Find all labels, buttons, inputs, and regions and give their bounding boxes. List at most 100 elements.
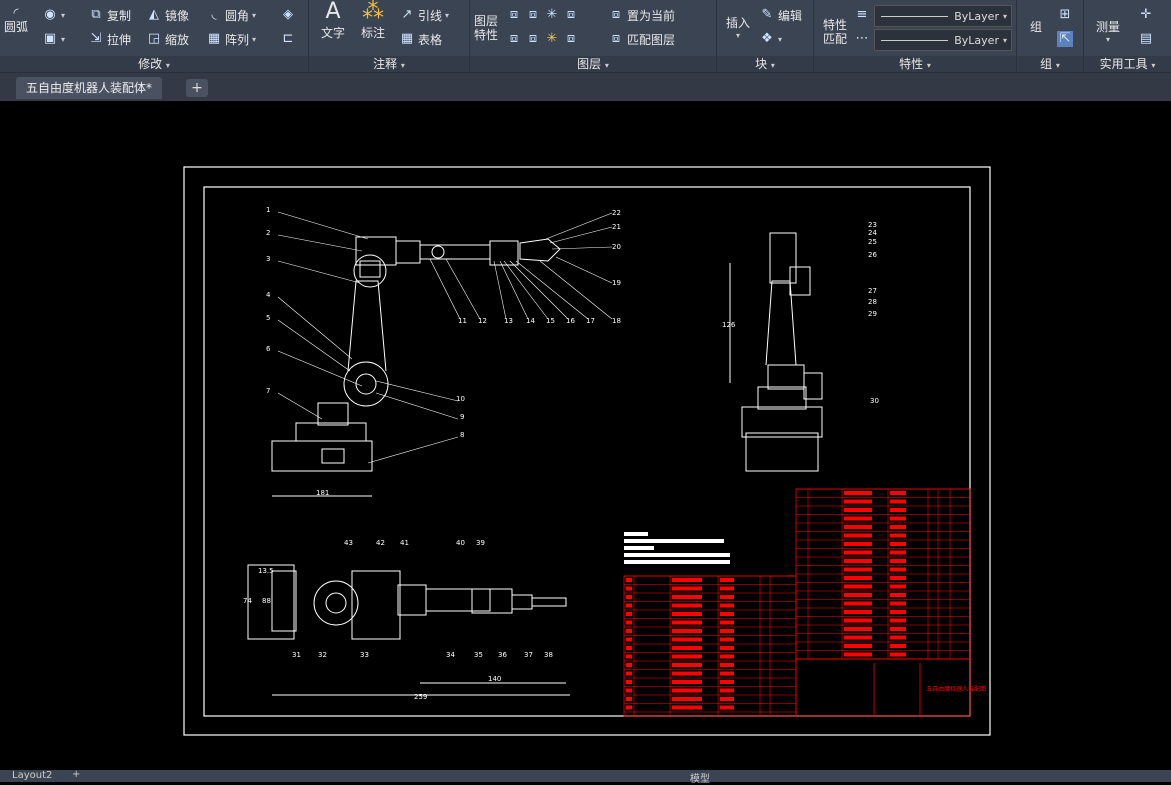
table-cell-text bbox=[672, 629, 702, 633]
callout-label: 21 bbox=[612, 223, 621, 231]
tab-active-drawing[interactable]: 五自由度机器人装配体* bbox=[16, 77, 163, 99]
callout-label: 15 bbox=[546, 317, 555, 325]
table-cell-text bbox=[844, 516, 872, 521]
layer-tools-row2[interactable]: ⧈ ⧈ ✳ ⧈ bbox=[506, 29, 579, 49]
table-cell-text bbox=[844, 584, 872, 589]
table-cell-text bbox=[844, 491, 872, 495]
group-button[interactable]: 组 bbox=[1021, 18, 1051, 35]
lineweight-icon: ≡ bbox=[856, 7, 868, 22]
scale-icon: ◲ bbox=[147, 31, 161, 46]
calculator-button[interactable]: ▤ bbox=[1138, 29, 1154, 49]
table-cell-text bbox=[844, 508, 872, 512]
lineweight-icon-button[interactable]: ≡ bbox=[854, 5, 870, 25]
dimension-button[interactable]: ⁂ 标注 bbox=[355, 0, 391, 41]
callout-label: 24 bbox=[868, 229, 877, 237]
group-edit-icon: ⊞ bbox=[1059, 7, 1071, 22]
table-cell-text bbox=[844, 533, 872, 538]
lineweight-select[interactable]: ByLayer ▾ bbox=[874, 5, 1012, 27]
table-cell-text bbox=[626, 629, 632, 633]
group-edit-button[interactable]: ⊞ bbox=[1057, 5, 1073, 25]
crosshair-icon: ✛ bbox=[1140, 7, 1152, 22]
callout-label: 11 bbox=[458, 317, 467, 325]
table-cell-text bbox=[672, 671, 702, 676]
linetype-select[interactable]: ByLayer ▾ bbox=[874, 29, 1012, 51]
table-cell-text bbox=[672, 612, 702, 616]
offset-button[interactable]: ⊏ bbox=[280, 29, 296, 49]
layers-panel-title[interactable]: 图层 ▾ bbox=[470, 56, 716, 72]
properties-panel-title[interactable]: 特性 ▾ bbox=[814, 56, 1016, 72]
table-cell-text bbox=[844, 644, 872, 648]
measure-button[interactable]: 测量 ▾ bbox=[1088, 18, 1128, 44]
layout-tab[interactable]: Layout2 bbox=[12, 770, 52, 781]
table-cell-text bbox=[844, 567, 872, 572]
ribbon: ◜ 圆弧 ◉ ▾ ▣ ▾ ⧉ 复制 ◭ 镜像 ◟ 圆角 ▾ ◈ ⇲ 拉伸 ◲ 缩放 ▦ 阵列 ▾ bbox=[0, 0, 1171, 73]
group-select-button[interactable]: ⇱ bbox=[1057, 29, 1073, 49]
table-cell-text bbox=[626, 578, 632, 582]
callout-label: 6 bbox=[266, 345, 271, 353]
calculator-icon: ▤ bbox=[1139, 31, 1153, 46]
view-button[interactable]: ◉ ▾ bbox=[42, 5, 65, 25]
block-panel-title[interactable]: 块 ▾ bbox=[717, 56, 813, 72]
match-properties-button[interactable]: 特性匹配 bbox=[818, 18, 852, 46]
utilities-panel-title[interactable]: 实用工具 ▾ bbox=[1084, 56, 1171, 72]
table-cell-text bbox=[626, 705, 632, 710]
stretch-button[interactable]: ⇲ 拉伸 bbox=[88, 29, 131, 49]
callout-label: 22 bbox=[612, 209, 621, 217]
callout-label: 37 bbox=[524, 651, 533, 659]
layer-unisolate-icon: ⧈ bbox=[528, 31, 538, 46]
top-view bbox=[247, 564, 570, 696]
scale-button[interactable]: ◲ 缩放 bbox=[146, 29, 189, 49]
table-cell-text bbox=[672, 654, 702, 659]
block-attribute-button[interactable]: ❖ ▾ bbox=[759, 29, 782, 49]
table-cell-text bbox=[844, 525, 872, 529]
text-button[interactable]: A 文字 bbox=[315, 0, 351, 41]
table-cell-text bbox=[844, 601, 872, 606]
layer-tools-row1[interactable]: ⧈ ⧈ ✳ ⧈ bbox=[506, 5, 579, 25]
new-tab-button[interactable]: + bbox=[186, 79, 208, 97]
model-indicator[interactable]: 模型 bbox=[690, 770, 710, 785]
table-cell-text bbox=[890, 525, 906, 529]
callout-label: 5 bbox=[266, 314, 270, 322]
layer-thaw-icon: ✳ bbox=[546, 31, 558, 46]
set-current-button[interactable]: ⧈ 置为当前 bbox=[608, 5, 675, 25]
notes-block bbox=[624, 532, 730, 564]
edit-block-button[interactable]: ✎ 编辑 bbox=[759, 5, 802, 25]
attribute-icon: ❖ bbox=[761, 31, 773, 46]
callout-label: 29 bbox=[868, 310, 877, 318]
groups-panel-title[interactable]: 组 ▾ bbox=[1017, 56, 1083, 72]
table-cell-text bbox=[720, 637, 734, 642]
mirror-button[interactable]: ◭ 镜像 bbox=[146, 5, 189, 25]
callout-label: 26 bbox=[868, 251, 877, 259]
callout-label: 14 bbox=[526, 317, 535, 325]
table-cell-text bbox=[672, 663, 702, 667]
table-cell-text bbox=[720, 671, 734, 676]
array-button[interactable]: ▦ 阵列 ▾ bbox=[206, 29, 256, 49]
annotation-panel-title[interactable]: 注释 ▾ bbox=[309, 56, 469, 72]
table-cell-text bbox=[720, 697, 734, 701]
erase-button[interactable]: ◈ bbox=[280, 5, 296, 25]
table-cell-text bbox=[720, 654, 734, 659]
table-cell-text bbox=[626, 688, 632, 693]
fillet-button[interactable]: ◟ 圆角 ▾ bbox=[206, 5, 256, 25]
copy-icon: ⧉ bbox=[91, 7, 101, 22]
arc-button[interactable]: ◜ 圆弧 bbox=[0, 6, 32, 35]
copy-button[interactable]: ⧉ 复制 bbox=[88, 5, 131, 25]
table-cell-text bbox=[626, 595, 632, 599]
table-cell-text bbox=[844, 610, 872, 614]
point-button[interactable]: ✛ bbox=[1138, 5, 1154, 25]
table-cell-text bbox=[890, 491, 906, 495]
layer-properties-button[interactable]: 图层特性 bbox=[470, 14, 502, 42]
drawing-canvas[interactable]: 1 2 3 4 5 6 7 8 9 10 11 12 13 14 15 16 17 18 19 20 21 22 23 24 2… bbox=[0, 101, 1171, 770]
modify-panel-title[interactable]: 修改 ▾ bbox=[0, 56, 308, 72]
layout-add-button[interactable]: + bbox=[72, 769, 80, 780]
leader-button[interactable]: ↗ 引线 ▾ bbox=[399, 5, 449, 25]
linetype-icon-button[interactable]: ⋯ bbox=[854, 29, 870, 49]
callout-label: 16 bbox=[566, 317, 575, 325]
table-button[interactable]: ▦ 表格 bbox=[399, 29, 442, 49]
properties-panel: 特性匹配 ≡ ByLayer ▾ ⋯ ByLayer ▾ 特性 ▾ bbox=[814, 0, 1017, 72]
table-cell-text bbox=[672, 620, 702, 625]
layers-panel: 图层特性 ⧈ ⧈ ✳ ⧈ ⧈ 置为当前 ⧈ ⧈ ✳ ⧈ ⧈ 匹配图层 图层 ▾ bbox=[470, 0, 717, 72]
region-button[interactable]: ▣ ▾ bbox=[42, 29, 65, 49]
match-layer-button[interactable]: ⧈ 匹配图层 bbox=[608, 29, 675, 49]
insert-button[interactable]: 插入 ▾ bbox=[721, 14, 755, 40]
